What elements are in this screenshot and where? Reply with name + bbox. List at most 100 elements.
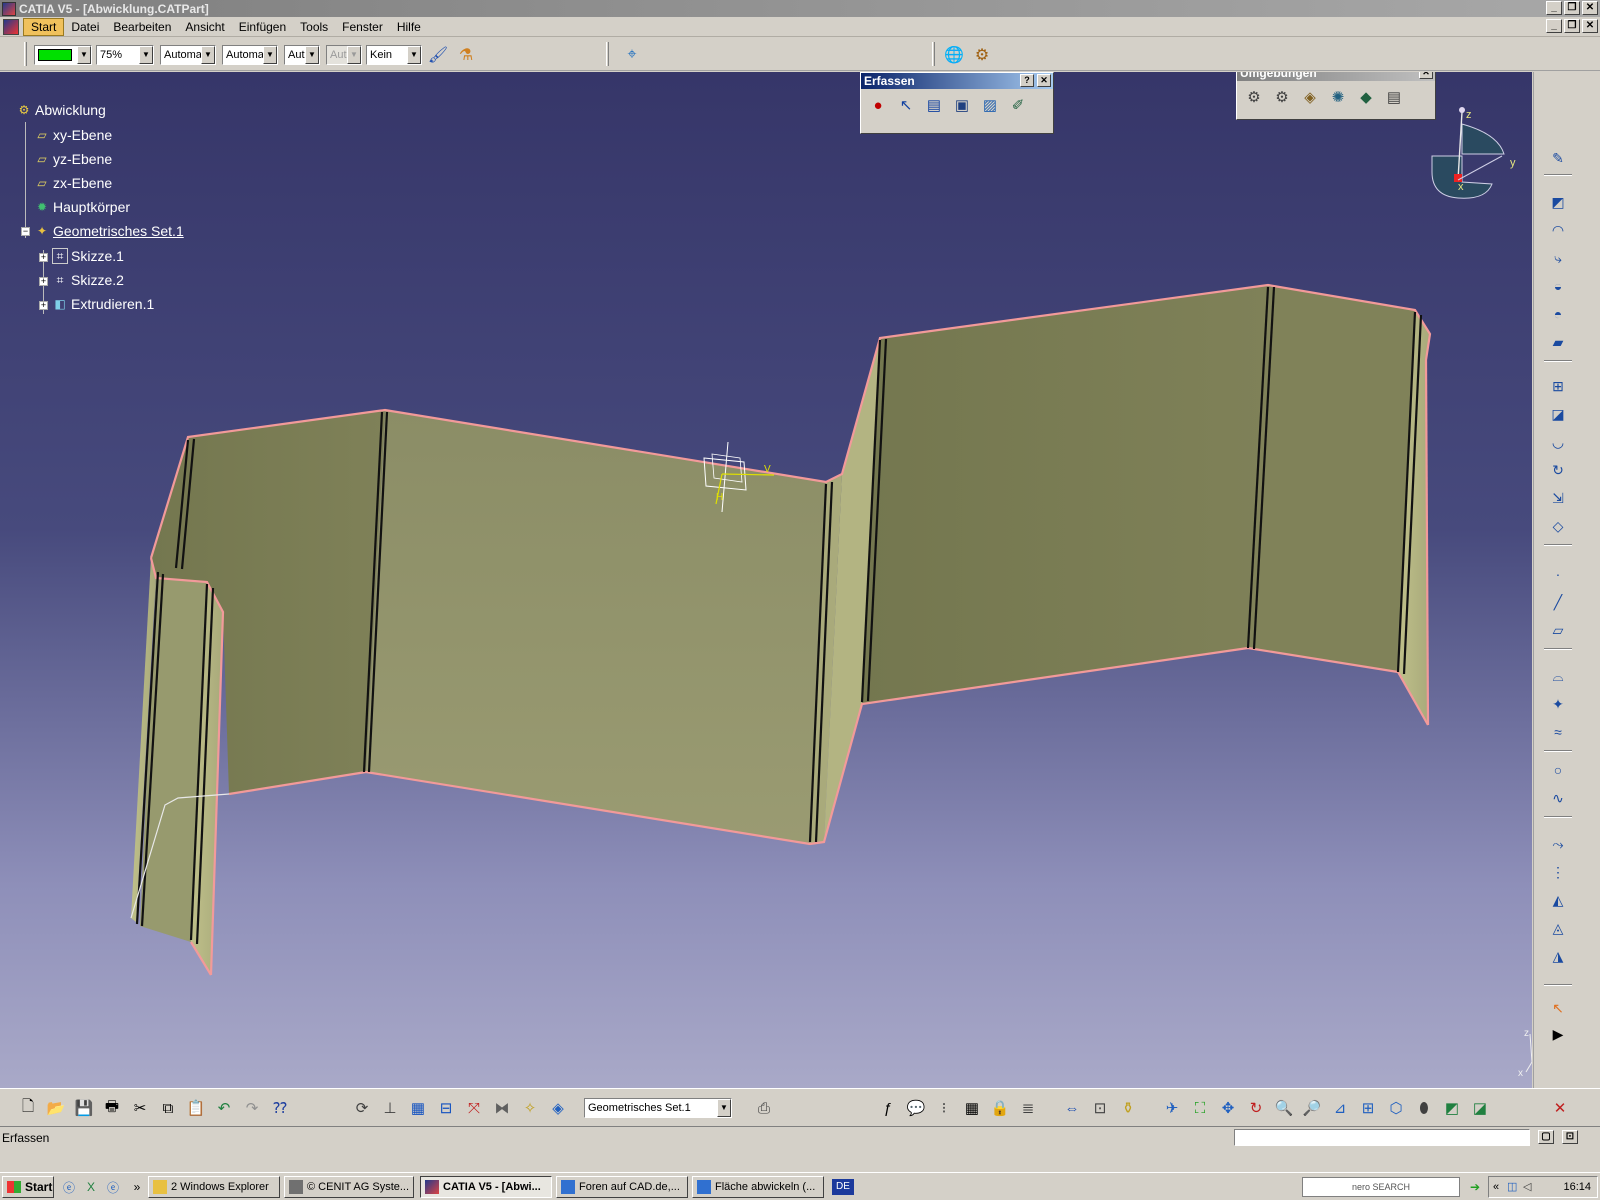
surface-face-right-back[interactable]	[862, 285, 1268, 704]
boundary-icon[interactable]: ◮	[1546, 944, 1570, 968]
swap-visible-icon[interactable]: ◪	[1468, 1096, 1492, 1120]
multi-view-icon[interactable]: ⊞	[1356, 1096, 1380, 1120]
multi-output-icon[interactable]: ⧓	[490, 1096, 514, 1120]
plane-tool-icon[interactable]: ▱	[1546, 618, 1570, 642]
undo-icon[interactable]: ↶	[212, 1096, 236, 1120]
command-input[interactable]	[1234, 1129, 1530, 1146]
doc-minimize-icon[interactable]: _	[1546, 19, 1562, 33]
menu-start[interactable]: Start	[23, 17, 65, 36]
task-cenit[interactable]: © CENIT AG Syste...	[284, 1176, 414, 1198]
menu-einfuegen[interactable]: Einfügen	[232, 19, 293, 35]
loft-icon[interactable]: ◓	[1546, 302, 1570, 326]
save-icon[interactable]: 💾	[72, 1096, 96, 1120]
material-icon[interactable]: ⚗	[454, 43, 478, 67]
volume-icon[interactable]: ◁	[1523, 1177, 1531, 1197]
zoom-out-icon[interactable]: 🔎	[1300, 1096, 1324, 1120]
revolve-icon[interactable]: ◠	[1546, 218, 1570, 242]
line-thickness-combo[interactable]: Automa ▼	[160, 45, 216, 65]
update-icon[interactable]: ⟳	[350, 1096, 374, 1120]
help-button[interactable]: ?	[1020, 74, 1034, 87]
record-icon[interactable]: ●	[865, 92, 891, 118]
gears-icon[interactable]: ⚙	[1241, 84, 1267, 110]
start-button[interactable]: Start	[2, 1176, 54, 1198]
projection-icon[interactable]: ⌓	[1546, 664, 1570, 688]
extrude-surface-icon[interactable]: ◩	[1546, 190, 1570, 214]
environment-4-icon[interactable]: ▤	[1381, 84, 1407, 110]
surface-face-right-panel[interactable]	[1248, 285, 1415, 672]
tree-node-main-body[interactable]: ✹ Hauptkörper	[34, 199, 130, 215]
render-style-combo[interactable]: Kein ▼	[366, 45, 422, 65]
expand-plus-icon[interactable]: +	[39, 253, 48, 262]
tray-icon[interactable]: ◫	[1507, 1177, 1517, 1197]
current-set-combo[interactable]: Geometrisches Set.1 ▼	[584, 1098, 732, 1118]
line-icon[interactable]: ╱	[1546, 590, 1570, 614]
umgebungen-titlebar[interactable]: Umgebungen ✕	[1237, 72, 1435, 81]
task-foren-cad[interactable]: Foren auf CAD.de,...	[556, 1176, 688, 1198]
capture-tool-icon[interactable]: ✐	[1005, 92, 1031, 118]
iso-view-icon[interactable]: ⬡	[1384, 1096, 1408, 1120]
expand-plus-icon[interactable]: +	[39, 277, 48, 286]
tray-expand[interactable]: «	[1493, 1177, 1499, 1197]
print-icon[interactable]: 🖶	[100, 1096, 124, 1120]
erfassen-titlebar[interactable]: Erfassen ? ✕	[861, 73, 1053, 89]
environment-2-icon[interactable]: ✺	[1325, 84, 1351, 110]
window-icon[interactable]: ▢	[1538, 1130, 1554, 1144]
chevron-down-icon[interactable]: ▼	[139, 46, 153, 64]
lock-icon[interactable]: 🔒	[988, 1096, 1012, 1120]
hybrid-body-icon[interactable]: ◈	[546, 1096, 570, 1120]
sketcher-icon[interactable]: ✎	[1546, 146, 1570, 170]
surface-analysis-icon[interactable]: ◭	[1546, 888, 1570, 912]
cut-icon[interactable]: ✂	[128, 1096, 152, 1120]
environment-icon[interactable]: ◈	[1297, 84, 1323, 110]
measure-icon[interactable]: ⌖	[620, 43, 644, 67]
catalog-icon[interactable]: ⎙	[752, 1096, 776, 1120]
chevron-down-icon[interactable]: ▼	[717, 1099, 731, 1117]
open-folder-icon[interactable]: 📂	[44, 1096, 68, 1120]
repetition-icon[interactable]: ⋮	[1546, 860, 1570, 884]
restore-icon[interactable]: ❐	[1564, 1, 1580, 15]
work-on-support-icon[interactable]: ⊟	[434, 1096, 458, 1120]
chevron-down-icon[interactable]: ▼	[263, 46, 277, 64]
point-icon[interactable]: ·	[1546, 562, 1570, 586]
chevron-down-icon[interactable]: ▼	[77, 46, 91, 64]
sweep-icon[interactable]: ⤷	[1546, 246, 1570, 270]
picture-icon[interactable]: ▨	[977, 92, 1003, 118]
fill-icon[interactable]: ◒	[1546, 274, 1570, 298]
tree-node-zx-plane[interactable]: ▱ zx-Ebene	[34, 175, 112, 191]
excel-quicklaunch-icon[interactable]: X	[82, 1178, 100, 1196]
chevron-right-icon[interactable]: ▶	[1546, 1022, 1570, 1046]
tree-node-yz-plane[interactable]: ▱ yz-Ebene	[34, 151, 112, 167]
join-icon[interactable]: ⊞	[1546, 374, 1570, 398]
paste-icon[interactable]: 📋	[184, 1096, 208, 1120]
fit-all-icon[interactable]: ⛶	[1188, 1096, 1212, 1120]
collapse-minus-icon[interactable]: −	[21, 227, 30, 236]
menu-ansicht[interactable]: Ansicht	[178, 19, 231, 35]
doc-close-icon[interactable]: ✕	[1582, 19, 1598, 33]
painter-brush-icon[interactable]: 🖌	[426, 43, 450, 67]
task-flaeche-abwickeln[interactable]: Fläche abwickeln (...	[692, 1176, 824, 1198]
parallel-curve-icon[interactable]: ≈	[1546, 720, 1570, 744]
close-button[interactable]: ✕	[1037, 74, 1051, 87]
toolbar-grip[interactable]	[606, 42, 609, 66]
menu-hilfe[interactable]: Hilfe	[390, 19, 428, 35]
language-indicator[interactable]: DE	[832, 1179, 854, 1195]
grid-icon[interactable]: ▦	[406, 1096, 430, 1120]
point-type-combo[interactable]: Aut ▼	[284, 45, 320, 65]
capture-options-icon[interactable]: ▤	[921, 92, 947, 118]
zoom-in-icon[interactable]: 🔍	[1272, 1096, 1296, 1120]
tree-node-xy-plane[interactable]: ▱ xy-Ebene	[34, 127, 112, 143]
menu-fenster[interactable]: Fenster	[335, 19, 390, 35]
quicklaunch-more[interactable]: »	[128, 1178, 146, 1196]
tools-options-icon[interactable]: ⚙	[970, 43, 994, 67]
expand-plus-icon[interactable]: +	[39, 301, 48, 310]
knowledge-globe-icon[interactable]: 🌐	[942, 43, 966, 67]
chevron-down-icon[interactable]: ▼	[407, 46, 421, 64]
extrapolate-icon[interactable]: ⇲	[1546, 486, 1570, 510]
redo-icon[interactable]: ↷	[240, 1096, 264, 1120]
tree-node-extrude-1[interactable]: ◧ Extrudieren.1	[52, 296, 154, 312]
blend-icon[interactable]: ▰	[1546, 330, 1570, 354]
transparency-combo[interactable]: 75% ▼	[96, 45, 154, 65]
tree-node-geometric-set[interactable]: ✦ Geometrisches Set.1	[34, 223, 184, 239]
normal-view-icon[interactable]: ⊿	[1328, 1096, 1352, 1120]
fly-mode-icon[interactable]: ✈	[1160, 1096, 1184, 1120]
